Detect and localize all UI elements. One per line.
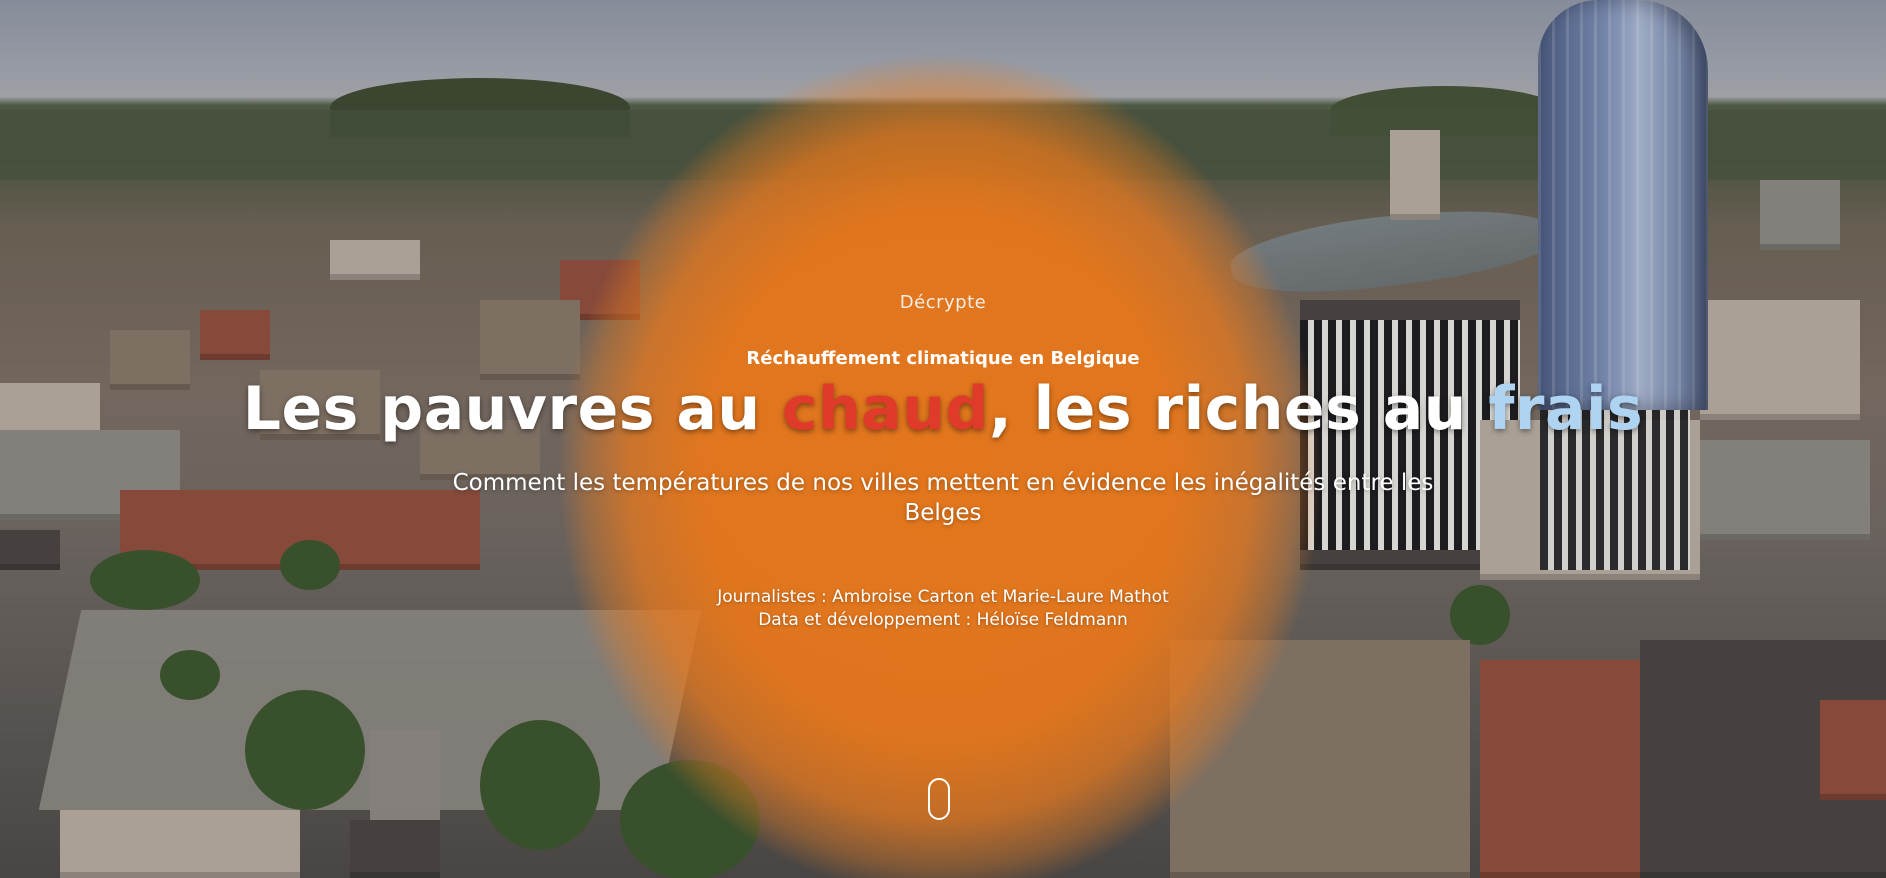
title-part-1: Les pauvres au (242, 374, 782, 444)
category-label[interactable]: Décrypte (0, 292, 1886, 313)
title-part-2: , les riches au (988, 374, 1489, 444)
credits: Journalistes : Ambroise Carton et Marie-… (0, 586, 1886, 632)
credit-journalists: Journalistes : Ambroise Carton et Marie-… (717, 587, 1169, 607)
orange-heat-glow (560, 55, 1320, 878)
kicker: Réchauffement climatique en Belgique (746, 348, 1140, 369)
title-cool-word: frais (1488, 374, 1644, 444)
title-hot-word: chaud (782, 374, 989, 444)
hero-section: Décrypte Réchauffement climatique en Bel… (0, 0, 1886, 878)
credit-data-dev: Data et développement : Héloïse Feldmann (758, 610, 1128, 630)
page-title: Les pauvres au chaud, les riches au frai… (0, 372, 1886, 446)
mouse-scroll-icon[interactable] (928, 778, 950, 820)
subtitle: Comment les températures de nos villes m… (452, 470, 1434, 526)
